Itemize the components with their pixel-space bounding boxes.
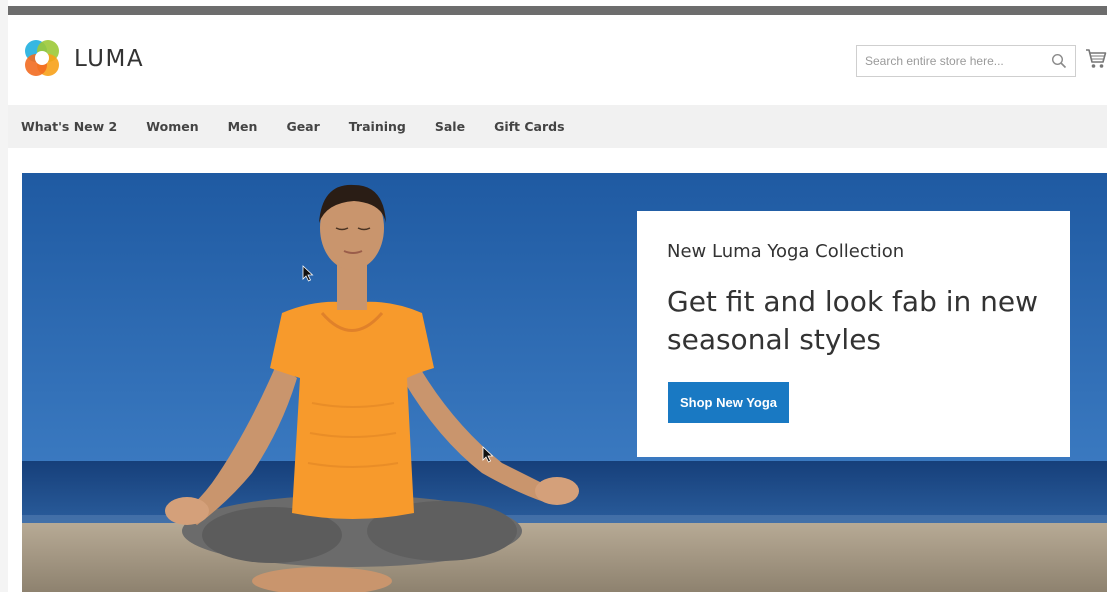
nav-item-sale[interactable]: Sale [435,119,465,134]
luma-storefront: LUMA What's New 2 Women Men Gear Trainin… [0,0,1107,592]
window-top-bar [8,6,1107,15]
nav-item-gear[interactable]: Gear [286,119,319,134]
promo-headline: Get fit and look fab in new seasonal sty… [667,285,1039,356]
promo-card: New Luma Yoga Collection Get fit and loo… [637,211,1070,457]
mouse-cursor-icon [482,446,494,463]
mouse-cursor-icon [302,265,314,282]
nav-item-training[interactable]: Training [349,119,406,134]
left-edge [0,0,8,592]
nav-item-gift-cards[interactable]: Gift Cards [494,119,564,134]
site-header: LUMA [8,15,1107,105]
luma-logo-icon [25,40,59,76]
search-box [856,45,1076,77]
search-icon[interactable] [1051,53,1067,69]
promo-subtitle: New Luma Yoga Collection [667,241,905,262]
brand-name: LUMA [74,46,145,72]
nav-item-whats-new[interactable]: What's New 2 [21,119,117,134]
cart-icon[interactable] [1085,47,1107,71]
main-navigation: What's New 2 Women Men Gear Training Sal… [8,105,1107,148]
shop-new-yoga-button[interactable]: Shop New Yoga [668,382,789,423]
nav-item-men[interactable]: Men [228,119,258,134]
luma-logo[interactable]: LUMA [22,37,144,81]
nav-item-women[interactable]: Women [146,119,198,134]
search-input[interactable] [857,47,1037,75]
